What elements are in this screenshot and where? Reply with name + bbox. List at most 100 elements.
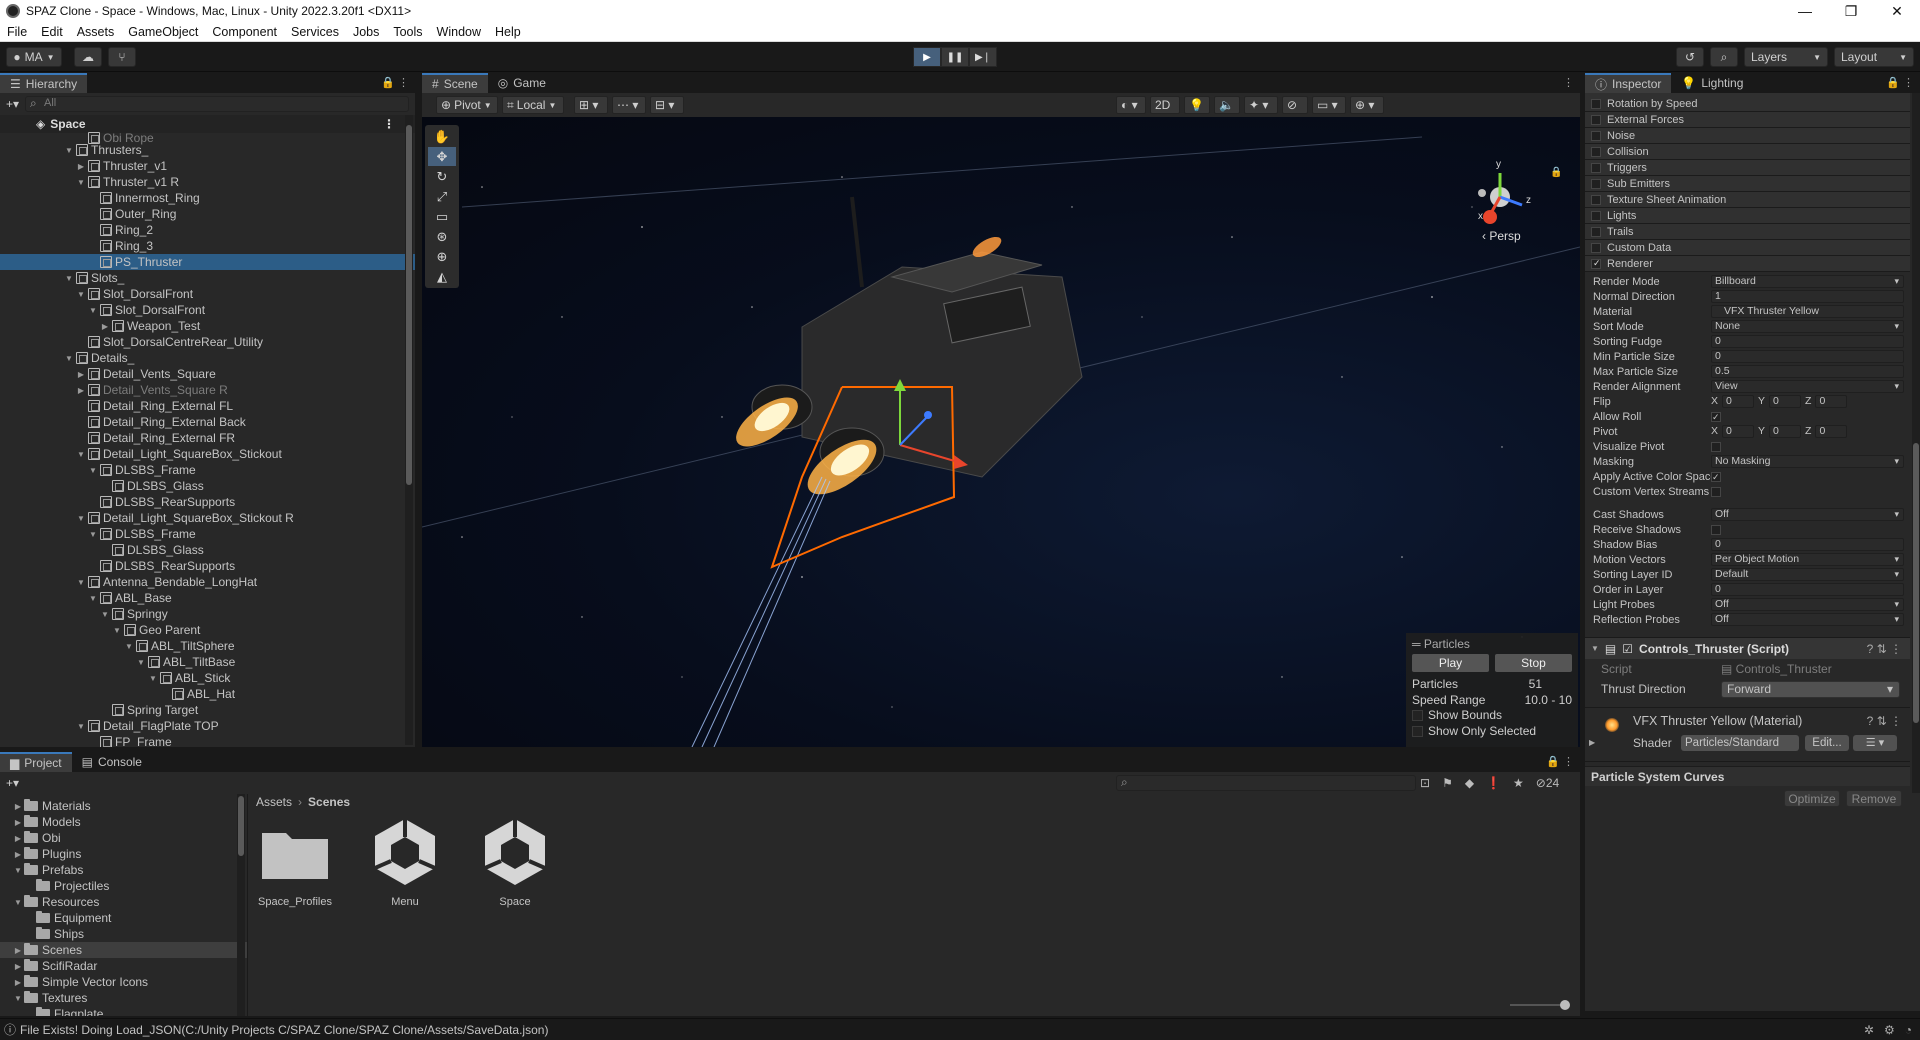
folder-tree-item[interactable]: Equipment (0, 910, 247, 926)
module-checkbox[interactable] (1591, 98, 1601, 109)
layers-dropdown[interactable]: Layers ▼ (1744, 47, 1828, 67)
expanded-arrow-icon[interactable]: ▼ (88, 466, 98, 475)
hierarchy-item[interactable]: DLSBS_Glass (0, 542, 415, 558)
hierarchy-item[interactable]: ▼ Springy (0, 606, 415, 622)
folder-tree-item[interactable]: ▶ ScifiRadar (0, 958, 247, 974)
search-by-tag-icon[interactable]: ◆ (1465, 776, 1474, 790)
collapsed-arrow-icon[interactable]: ▶ (76, 370, 86, 379)
panel-menu-icon[interactable]: ⋮ (1563, 76, 1574, 89)
shader-dropdown[interactable]: Particles/Standard (1681, 735, 1799, 751)
hierarchy-item[interactable]: ▼ ABL_Base (0, 590, 415, 606)
increment-snap-icon[interactable]: ⊟ ▾ (650, 96, 684, 114)
status-message[interactable]: File Exists! Doing Load_JSON(C:/Unity Pr… (20, 1023, 548, 1037)
add-icon[interactable]: +▾ (6, 776, 19, 790)
effects-icon[interactable]: ✦ ▾ (1244, 96, 1278, 114)
hierarchy-item[interactable]: ▼ Detail_Light_SquareBox_Stickout R (0, 510, 415, 526)
particle-module-row[interactable]: Custom Data (1585, 240, 1910, 256)
folder-tree-item[interactable]: ▶ Simple Vector Icons (0, 974, 247, 990)
expanded-arrow-icon[interactable]: ▼ (112, 626, 122, 635)
collapsed-arrow-icon[interactable]: ▶ (12, 850, 24, 859)
menu-gameobject[interactable]: GameObject (121, 25, 205, 39)
property-checkbox[interactable]: ✓ (1711, 471, 1721, 482)
hierarchy-item[interactable]: Detail_Ring_External FL (0, 398, 415, 414)
hierarchy-item[interactable]: ▶ Thruster_v1 (0, 158, 415, 174)
property-field[interactable]: 0.5 (1711, 365, 1904, 378)
rect-tool-icon[interactable]: ▭ (428, 207, 456, 226)
property-dropdown[interactable]: Default (1711, 568, 1904, 581)
orientation-gizmo[interactable] (1478, 173, 1523, 224)
checkbox[interactable] (1412, 710, 1423, 722)
draw-mode-icon[interactable]: ◐ ▾ (1116, 96, 1146, 114)
menu-assets[interactable]: Assets (70, 25, 122, 39)
property-field[interactable]: 0 (1711, 583, 1904, 596)
show-only-selected-toggle[interactable]: Show Only Selected (1412, 724, 1572, 740)
shader-edit-button[interactable]: Edit... (1805, 735, 1849, 751)
move-tool-icon[interactable]: ✥ (428, 147, 456, 166)
property-checkbox[interactable]: ✓ (1711, 411, 1721, 422)
particle-module-row[interactable]: Rotation by Speed (1585, 96, 1910, 112)
mode-2d-toggle[interactable]: 2D (1150, 96, 1180, 114)
drag-handle-icon[interactable]: ═ (1412, 637, 1421, 651)
expanded-arrow-icon[interactable]: ▼ (76, 722, 86, 731)
hierarchy-search-input[interactable]: All (25, 96, 409, 112)
menu-tools[interactable]: Tools (386, 25, 429, 39)
particle-module-row[interactable]: Trails (1585, 224, 1910, 240)
material-object-field[interactable]: VFX Thruster Yellow (1711, 305, 1904, 318)
pivot-dropdown[interactable]: ⊕ Pivot ▼ (436, 96, 498, 114)
module-checkbox[interactable] (1591, 226, 1601, 237)
module-checkbox[interactable] (1591, 210, 1601, 221)
collab-icon[interactable]: ⑂ (108, 47, 136, 67)
hierarchy-item[interactable]: Detail_Ring_External FR (0, 430, 415, 446)
particle-tool-icon[interactable]: ◭ (428, 267, 456, 286)
scene-viewport[interactable]: y z x 🔒 ‹ Persp ✋ ✥ ↻ ⤢ ▭ ⊛ ⊕ ◭ ═ Partic… (422, 117, 1580, 747)
folder-tree-item[interactable]: ▶ Plugins (0, 846, 247, 862)
asset-item[interactable]: Space_Profiles (256, 814, 334, 908)
vector-x-field[interactable]: 0 (1722, 395, 1755, 408)
folder-tree-item[interactable]: ▶ Models (0, 814, 247, 830)
expanded-arrow-icon[interactable]: ▼ (64, 354, 74, 363)
expanded-arrow-icon[interactable]: ▼ (124, 642, 134, 651)
component-menu-icon[interactable]: ? ⇅ ⋮ (1867, 642, 1902, 656)
particle-module-row[interactable]: Triggers (1585, 160, 1910, 176)
account-dropdown[interactable]: ● MA ▼ (6, 47, 62, 67)
hierarchy-item[interactable]: Ring_3 (0, 238, 415, 254)
hierarchy-item[interactable]: DLSBS_Glass (0, 478, 415, 494)
hierarchy-item[interactable]: ▼ Detail_Light_SquareBox_Stickout (0, 446, 415, 462)
material-menu-icon[interactable]: ? ⇅ ⋮ (1867, 714, 1902, 728)
collapsed-arrow-icon[interactable]: ▶ (76, 386, 86, 395)
maximize-button[interactable]: ❐ (1828, 0, 1874, 22)
shader-list-icon[interactable]: ☰ ▾ (1853, 735, 1897, 751)
tab-hierarchy[interactable]: ☰ Hierarchy (0, 73, 88, 93)
thrust-direction-dropdown[interactable]: Forward (1721, 680, 1900, 698)
minimize-button[interactable]: — (1782, 0, 1828, 22)
module-checkbox[interactable] (1591, 178, 1601, 189)
custom-tool-icon[interactable]: ⊕ (428, 247, 456, 266)
inspector-scrollbar[interactable] (1912, 93, 1920, 793)
collapsed-arrow-icon[interactable]: ▶ (12, 962, 24, 971)
material-title[interactable]: VFX Thruster Yellow (Material) (1633, 714, 1802, 728)
close-button[interactable]: ✕ (1874, 0, 1920, 22)
collapsed-arrow-icon[interactable]: ▶ (12, 978, 24, 987)
hierarchy-item[interactable]: ▼ Thrusters_ (0, 142, 415, 158)
pause-button[interactable]: ❚❚ (941, 47, 969, 67)
hierarchy-item[interactable]: ABL_Hat (0, 686, 415, 702)
hierarchy-item[interactable]: FP_Frame (0, 734, 415, 747)
expanded-arrow-icon[interactable]: ▼ (12, 994, 24, 1003)
search-by-type-icon[interactable]: ⊡ (1420, 776, 1430, 790)
remove-button[interactable]: Remove (1846, 790, 1902, 807)
property-field[interactable]: 0 (1711, 538, 1904, 551)
property-dropdown[interactable]: View (1711, 380, 1904, 393)
folder-tree-item[interactable]: ▼ Resources (0, 894, 247, 910)
checkbox[interactable] (1412, 726, 1423, 738)
hierarchy-item[interactable]: Spring Target (0, 702, 415, 718)
expanded-arrow-icon[interactable]: ▼ (64, 274, 74, 283)
hierarchy-item[interactable]: Ring_2 (0, 222, 415, 238)
hierarchy-item[interactable]: ▼ Geo Parent (0, 622, 415, 638)
hierarchy-item[interactable]: Obi Rope (0, 131, 415, 145)
vector-y-field[interactable]: 0 (1769, 425, 1802, 438)
hierarchy-item[interactable]: ▼ ABL_TiltBase (0, 654, 415, 670)
camera-icon[interactable]: ▭ ▾ (1312, 96, 1346, 114)
property-dropdown[interactable]: No Masking (1711, 455, 1904, 468)
add-icon[interactable]: +▾ (6, 97, 19, 111)
menu-component[interactable]: Component (205, 25, 284, 39)
